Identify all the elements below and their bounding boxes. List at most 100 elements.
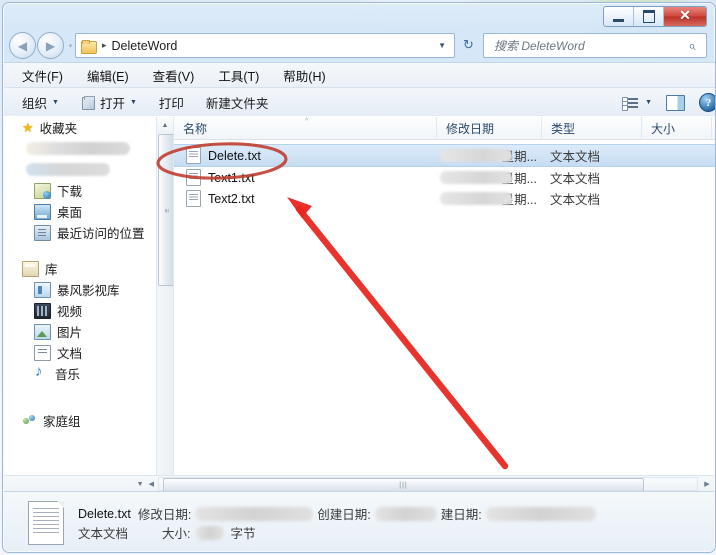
menu-item-file[interactable]: 文件(F) — [22, 66, 63, 85]
table-row[interactable]: Text2.txt 星期... 文本文档 — [174, 188, 715, 209]
back-button[interactable]: ◀ — [9, 32, 36, 59]
new-folder-button[interactable]: 新建文件夹 — [206, 93, 269, 112]
scroll-left-button[interactable]: ◀ — [149, 480, 154, 488]
redacted-created-date — [374, 506, 437, 521]
details-size-label: 大小: — [162, 527, 191, 541]
file-name-cell[interactable]: Text2.txt — [174, 190, 437, 207]
table-row[interactable]: Text1.txt 星期... 文本文档 — [174, 167, 715, 188]
redacted-created-date-2 — [485, 506, 596, 521]
column-header-type[interactable]: 类型 — [542, 117, 642, 139]
file-type-cell: 文本文档 — [550, 172, 601, 186]
scroll-right-button[interactable]: ▶ — [700, 480, 714, 488]
breadcrumb-current-folder[interactable]: DeleteWord — [112, 39, 178, 53]
scroll-up-button[interactable]: ▲ — [157, 117, 173, 133]
sidebar-item-music[interactable]: 音乐 — [4, 363, 155, 384]
change-view-button[interactable]: ▼ — [622, 96, 652, 111]
redacted-label — [26, 163, 110, 176]
navigation-pane-scrollbar[interactable]: ▲ ≡ — [156, 117, 174, 476]
text-file-icon — [186, 190, 201, 207]
command-toolbar: 组织 ▼ 打开 ▼ 打印 新建文件夹 ▼ ? — [4, 87, 715, 118]
scrollbar-thumb[interactable]: ||| — [163, 478, 644, 492]
organize-button[interactable]: 组织 ▼ — [22, 93, 59, 112]
close-icon: ✕ — [679, 8, 691, 24]
details-created-label: 创建日期: — [317, 508, 371, 522]
sidebar-item-downloads[interactable]: 下载 — [4, 180, 155, 201]
file-name-label: Delete.txt — [208, 148, 261, 163]
minimize-button[interactable] — [604, 7, 634, 26]
folder-icon — [81, 39, 97, 54]
column-header-label: 类型 — [551, 121, 576, 136]
collapse-caret-icon[interactable]: ▼ — [137, 481, 144, 488]
menu-bar: 文件(F) 编辑(E) 查看(V) 工具(T) 帮助(H) — [4, 62, 715, 88]
sidebar-item-label: 文档 — [57, 347, 83, 361]
navigation-buttons: ◀ ▶ ▾ — [9, 32, 76, 59]
text-file-icon — [186, 169, 201, 186]
menu-item-edit[interactable]: 编辑(E) — [87, 66, 129, 85]
video-icon — [34, 302, 51, 319]
toolbar-right-group: ▼ ? — [622, 93, 715, 112]
redacted-modified-date — [195, 506, 314, 521]
horizontal-scrollbar[interactable]: ▼ ◀ ||| ▶ — [4, 475, 714, 492]
homegroup-icon — [22, 414, 37, 428]
sidebar-item-movie-library[interactable]: 暴风影视库 — [4, 279, 155, 300]
window-controls: ✕ — [603, 6, 707, 27]
open-button[interactable]: 打开 ▼ — [81, 93, 137, 112]
table-row[interactable]: Delete.txt 星期... 文本文档 — [174, 144, 715, 167]
sidebar-item-redacted-1[interactable] — [4, 138, 155, 159]
file-list-pane: ^ 名称 修改日期 类型 大小 Delete.txt 星期... 文本文档 Te… — [173, 117, 715, 491]
sidebar-item-videos[interactable]: 视频 — [4, 300, 155, 321]
print-button[interactable]: 打印 — [159, 93, 184, 112]
address-bar[interactable]: ▸ DeleteWord ▼ — [75, 33, 455, 58]
sidebar-item-label: 家庭组 — [43, 415, 81, 429]
forward-button[interactable]: ▶ — [37, 32, 64, 59]
pictures-icon — [34, 323, 51, 340]
sidebar-item-desktop[interactable]: 桌面 — [4, 201, 155, 222]
scrollbar-track[interactable]: ||| — [158, 477, 698, 492]
sidebar-item-recent-places[interactable]: 最近访问的位置 — [4, 222, 155, 243]
search-input[interactable] — [492, 37, 682, 54]
sidebar-item-label: 音乐 — [55, 368, 81, 382]
explorer-window: ✕ ◀ ▶ ▾ ▸ DeleteWord ▼ ↻ ⌕ 文件(F) 编辑 — [2, 2, 716, 553]
scrollbar-thumb[interactable]: ≡ — [158, 134, 174, 286]
address-dropdown-icon[interactable]: ▼ — [438, 41, 446, 50]
details-text-group: Delete.txt 修改日期: 创建日期: 建日期: 文本文档 大小: 字节 — [78, 501, 714, 542]
column-header-label: 修改日期 — [446, 121, 495, 136]
search-box[interactable]: ⌕ — [483, 33, 707, 58]
movie-library-icon — [34, 281, 51, 298]
breadcrumb-separator-icon: ▸ — [102, 40, 107, 50]
file-type-cell: 文本文档 — [550, 150, 601, 164]
redacted-label — [26, 142, 130, 155]
maximize-button[interactable] — [634, 7, 664, 26]
view-list-icon — [622, 96, 639, 111]
column-header-date-modified[interactable]: 修改日期 — [437, 117, 542, 139]
column-header-name[interactable]: ^ 名称 — [174, 117, 437, 139]
downloads-icon — [34, 182, 51, 199]
navigation-pane: ★ 收藏夹 下载 桌面 最近访问的位置 库 暴风影视库 视频 图片 文档 ♪ 音… — [4, 117, 155, 491]
menu-item-help[interactable]: 帮助(H) — [283, 66, 325, 85]
sidebar-item-pictures[interactable]: 图片 — [4, 321, 155, 342]
sidebar-item-documents[interactable]: 文档 — [4, 342, 155, 363]
sidebar-item-label: 视频 — [57, 305, 83, 319]
redacted-date — [440, 149, 512, 162]
column-header-size[interactable]: 大小 — [642, 117, 712, 139]
sidebar-item-libraries[interactable]: 库 — [4, 258, 155, 279]
preview-pane-icon[interactable] — [666, 94, 685, 111]
help-icon[interactable]: ? — [699, 93, 715, 112]
sidebar-item-label: 桌面 — [57, 206, 83, 220]
refresh-button[interactable]: ↻ — [459, 35, 478, 54]
file-name-cell[interactable]: Delete.txt — [174, 147, 437, 164]
menu-item-tools[interactable]: 工具(T) — [218, 66, 259, 85]
sidebar-item-favorites[interactable]: ★ 收藏夹 — [4, 117, 155, 138]
sidebar-item-homegroup[interactable]: 家庭组 — [4, 410, 155, 431]
details-file-type: 文本文档 — [78, 527, 129, 541]
text-file-large-icon — [28, 501, 64, 545]
close-button[interactable]: ✕ — [664, 7, 706, 26]
file-date-cell: 星期... — [437, 189, 542, 208]
column-header-label: 大小 — [651, 121, 676, 136]
library-icon — [22, 260, 39, 277]
file-name-cell[interactable]: Text1.txt — [174, 169, 437, 186]
thumb-grip-icon: ≡ — [162, 207, 170, 213]
sidebar-item-redacted-2[interactable] — [4, 159, 155, 180]
menu-item-view[interactable]: 查看(V) — [153, 66, 195, 85]
